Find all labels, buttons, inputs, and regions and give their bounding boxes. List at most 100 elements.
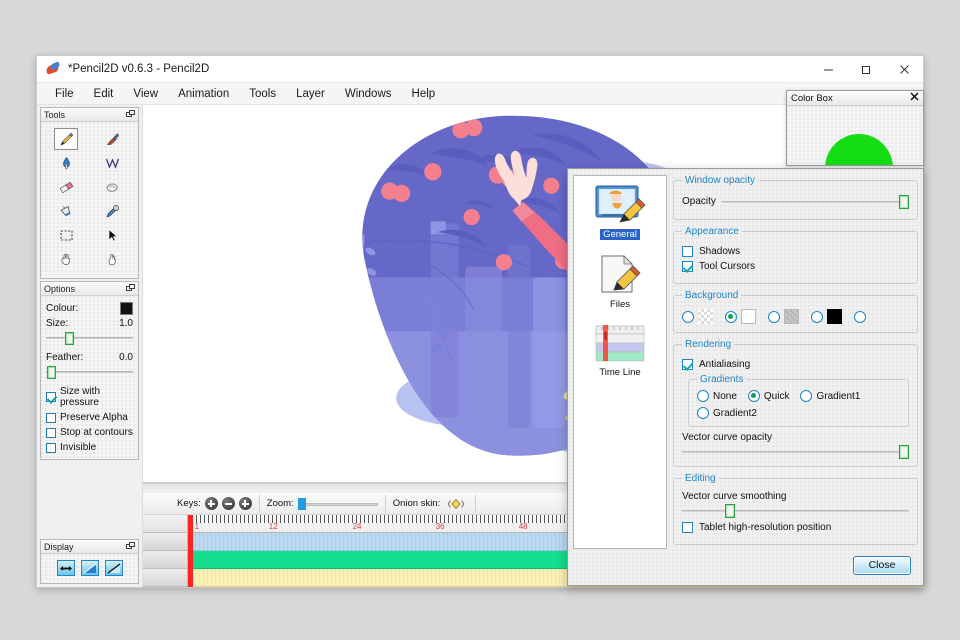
vector-curve-smoothing-slider[interactable]: [682, 503, 909, 518]
checkbox-icon[interactable]: [46, 428, 56, 438]
checkbox-icon[interactable]: [46, 443, 56, 453]
tool-brush[interactable]: [101, 128, 125, 150]
size-row: Size: 1.0: [44, 316, 135, 330]
tool-pen[interactable]: [54, 152, 78, 174]
layer-row[interactable]: [143, 569, 187, 587]
menu-windows[interactable]: Windows: [335, 85, 402, 103]
radio-icon[interactable]: [811, 311, 823, 323]
background-option-black[interactable]: [811, 309, 842, 324]
colour-swatch[interactable]: [120, 302, 133, 315]
timeline-playhead[interactable]: [188, 515, 193, 587]
slider-track: [682, 451, 909, 453]
remove-key-button[interactable]: [222, 497, 235, 510]
background-option-none[interactable]: [854, 311, 866, 323]
dock-spacer: [37, 460, 142, 537]
option-size-with-pressure[interactable]: Size with pressure: [44, 384, 135, 410]
gradient-option-gradient2[interactable]: Gradient2: [697, 407, 757, 419]
tool-bucket[interactable]: [54, 200, 78, 222]
nav-item-files[interactable]: Files: [581, 254, 659, 310]
duplicate-key-button[interactable]: [239, 497, 252, 510]
radio-icon[interactable]: [800, 390, 812, 402]
float-panel-icon[interactable]: [126, 110, 135, 119]
tool-eraser[interactable]: [54, 176, 78, 198]
add-key-button[interactable]: [205, 497, 218, 510]
color-box-title: Color Box: [791, 93, 910, 104]
background-option-grey[interactable]: [768, 309, 799, 324]
flip-horizontal-button[interactable]: [57, 560, 75, 576]
shadows-checkbox-row[interactable]: Shadows: [682, 246, 909, 257]
tool-select[interactable]: [54, 224, 78, 246]
float-panel-icon[interactable]: [126, 542, 135, 551]
gradient-option-none[interactable]: None: [697, 390, 737, 402]
checkbox-icon[interactable]: [682, 261, 693, 272]
size-slider[interactable]: [46, 331, 133, 345]
tool-move[interactable]: [101, 224, 125, 246]
tool-smudge[interactable]: [101, 176, 125, 198]
flip-vertical-button[interactable]: [81, 560, 99, 576]
layer-row[interactable]: [143, 551, 187, 569]
window-opacity-group: Window opacity Opacity: [673, 175, 918, 220]
nav-item-timeline[interactable]: Time Line: [581, 324, 659, 378]
menu-view[interactable]: View: [123, 85, 168, 103]
feather-slider[interactable]: [46, 365, 133, 379]
size-slider-knob[interactable]: [65, 332, 74, 345]
radio-icon[interactable]: [697, 407, 709, 419]
option-stop-at-contours[interactable]: Stop at contours: [44, 425, 135, 440]
background-option-checkerboard[interactable]: [682, 309, 713, 324]
opacity-slider[interactable]: [722, 194, 909, 209]
tools-panel-title: Tools: [44, 110, 126, 120]
close-preferences-button[interactable]: Close: [853, 556, 911, 575]
menu-help[interactable]: Help: [402, 85, 446, 103]
slider-knob[interactable]: [899, 445, 909, 459]
gradient-option-quick[interactable]: Quick: [748, 390, 790, 402]
radio-icon[interactable]: [748, 390, 760, 402]
checkbox-icon[interactable]: [46, 392, 56, 402]
tool-hand[interactable]: [54, 248, 78, 270]
nav-item-general[interactable]: General: [581, 184, 659, 240]
checkbox-icon[interactable]: [682, 359, 693, 370]
radio-icon[interactable]: [682, 311, 694, 323]
option-preserve-alpha[interactable]: Preserve Alpha: [44, 410, 135, 425]
tablet-highres-checkbox-row[interactable]: Tablet high-resolution position: [682, 522, 909, 533]
app-logo-icon: [46, 62, 62, 76]
gradient-option-gradient1[interactable]: Gradient1: [800, 390, 860, 402]
layer-row[interactable]: [143, 533, 187, 551]
menu-layer[interactable]: Layer: [286, 85, 335, 103]
zoom-slider-knob[interactable]: [298, 498, 306, 510]
maximize-button[interactable]: [847, 56, 885, 83]
tool-cursors-checkbox-row[interactable]: Tool Cursors: [682, 261, 909, 272]
checkbox-icon[interactable]: [682, 522, 693, 533]
menu-tools[interactable]: Tools: [239, 85, 286, 103]
tool-pencil[interactable]: [54, 128, 78, 150]
background-group: Background: [673, 290, 918, 333]
files-icon: [596, 254, 644, 296]
checkbox-icon[interactable]: [46, 413, 56, 423]
float-panel-icon[interactable]: [126, 284, 135, 293]
tool-polyline[interactable]: [101, 152, 125, 174]
feather-slider-knob[interactable]: [47, 366, 56, 379]
close-button[interactable]: [885, 56, 923, 83]
mirror-button[interactable]: [105, 560, 123, 576]
menu-file[interactable]: File: [45, 85, 84, 103]
option-invisible[interactable]: Invisible: [44, 440, 135, 455]
vector-curve-opacity-slider[interactable]: [682, 444, 909, 459]
keys-label: Keys:: [177, 498, 201, 509]
slider-knob[interactable]: [725, 504, 735, 518]
onion-skin-icon[interactable]: [444, 498, 468, 510]
opacity-slider-knob[interactable]: [899, 195, 909, 209]
minimize-button[interactable]: [809, 56, 847, 83]
menu-animation[interactable]: Animation: [168, 85, 239, 103]
color-wheel-area[interactable]: [787, 106, 923, 165]
radio-icon[interactable]: [725, 311, 737, 323]
menu-edit[interactable]: Edit: [84, 85, 124, 103]
background-option-white[interactable]: [725, 309, 756, 324]
tool-pointer[interactable]: [101, 248, 125, 270]
tool-eyedropper[interactable]: [101, 200, 125, 222]
radio-icon[interactable]: [854, 311, 866, 323]
timeline-zoom-slider[interactable]: [298, 498, 378, 510]
antialiasing-checkbox-row[interactable]: Antialiasing: [682, 359, 909, 370]
radio-icon[interactable]: [768, 311, 780, 323]
color-box-close-icon[interactable]: [910, 92, 919, 104]
checkbox-icon[interactable]: [682, 246, 693, 257]
radio-icon[interactable]: [697, 390, 709, 402]
